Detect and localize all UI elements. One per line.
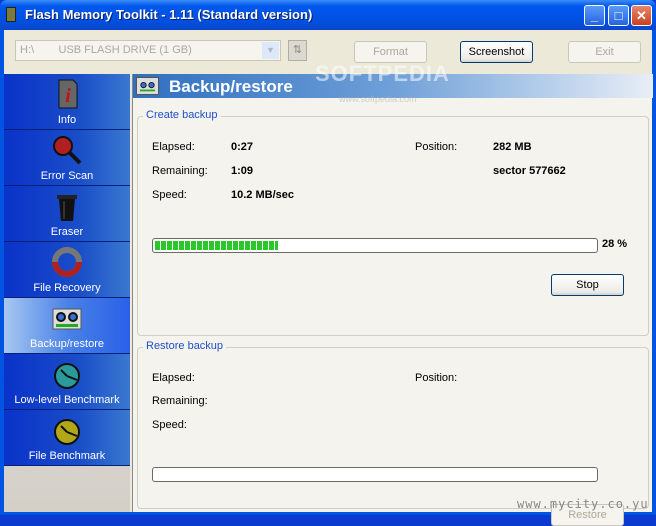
tape-icon	[52, 308, 82, 330]
tape-icon	[136, 77, 159, 95]
trash-icon	[57, 195, 77, 221]
sidebar-item-label: Info	[57, 114, 77, 126]
progress-percent: 28 %	[602, 238, 628, 250]
remaining-label: Remaining:	[152, 395, 208, 407]
minimize-button[interactable]: _	[584, 5, 605, 26]
sidebar: i Info Error Scan Eraser File Recovery B…	[4, 74, 130, 512]
position-label: Position:	[415, 141, 458, 153]
sidebar-item-label: Low-level Benchmark	[14, 394, 120, 406]
softpedia-watermark: SOFTPEDIA	[315, 61, 450, 86]
position-value: 282 MB	[493, 141, 532, 153]
progress-fill	[155, 241, 279, 250]
restore-progress-bar	[152, 467, 598, 482]
sidebar-item-label: File Benchmark	[28, 450, 106, 462]
speed-value: 10.2 MB/sec	[231, 189, 294, 201]
refresh-icon: ⇅	[292, 44, 303, 56]
stopwatch-icon	[54, 419, 80, 445]
client-area: H:\ USB FLASH DRIVE (1 GB) ▼ ⇅ Format Scr…	[4, 30, 653, 526]
svg-text:i: i	[65, 85, 71, 107]
elapsed-label: Elapsed:	[152, 141, 195, 153]
exit-button[interactable]: Exit	[568, 41, 641, 63]
mycity-watermark: www.mycity.co.yu	[517, 497, 649, 511]
sidebar-item-error-scan[interactable]: Error Scan	[4, 130, 130, 186]
sidebar-item-file-recovery[interactable]: File Recovery	[4, 242, 130, 298]
page-title: Backup/restore	[169, 77, 293, 96]
remaining-label: Remaining:	[152, 165, 208, 177]
create-backup-group: Create backup Elapsed: 0:27 Remaining: 1…	[137, 109, 649, 336]
sidebar-item-backup-restore[interactable]: Backup/restore	[4, 298, 130, 354]
maximize-button[interactable]: □	[608, 5, 629, 26]
drive-select-value: H:\ USB FLASH DRIVE (1 GB)	[20, 44, 192, 56]
elapsed-value: 0:27	[231, 141, 254, 153]
sidebar-item-file-benchmark[interactable]: File Benchmark	[4, 410, 130, 466]
sidebar-item-label: Eraser	[50, 226, 84, 238]
restore-backup-group: Restore backup Elapsed: Remaining: Speed…	[137, 340, 649, 526]
main-panel: Backup/restore SOFTPEDIA www.softpedia.c…	[132, 61, 653, 526]
app-icon	[6, 7, 16, 22]
title-bar: Flash Memory Toolkit - 1.11 (Standard ve…	[0, 0, 656, 30]
magnifier-icon	[53, 136, 82, 165]
drive-select[interactable]: H:\ USB FLASH DRIVE (1 GB) ▼	[15, 40, 281, 61]
close-button[interactable]: ✕	[631, 5, 652, 26]
format-button[interactable]: Format	[354, 41, 427, 63]
sidebar-item-label: Backup/restore	[30, 338, 104, 350]
refresh-drives-button[interactable]: ⇅	[288, 40, 307, 61]
backup-progress-bar	[152, 238, 598, 253]
info-icon: i	[58, 79, 78, 109]
position-label: Position:	[415, 372, 458, 384]
sidebar-item-info[interactable]: i Info	[4, 74, 130, 130]
group-legend: Restore backup	[143, 340, 227, 352]
speed-label: Speed:	[152, 419, 187, 431]
sidebar-item-label: File Recovery	[33, 282, 101, 294]
sidebar-item-label: Error Scan	[40, 170, 94, 182]
sidebar-item-eraser[interactable]: Eraser	[4, 186, 130, 242]
stopwatch-icon	[54, 363, 80, 389]
sector-value: sector 577662	[493, 165, 566, 177]
app-window: Flash Memory Toolkit - 1.11 (Standard ve…	[0, 0, 656, 526]
chevron-down-icon[interactable]: ▼	[262, 42, 279, 59]
softpedia-url-watermark: www.softpedia.com	[339, 94, 417, 104]
remaining-value: 1:09	[231, 165, 254, 177]
lifebuoy-icon	[52, 247, 82, 277]
screenshot-button[interactable]: Screenshot	[460, 41, 533, 63]
group-legend: Create backup	[143, 109, 221, 121]
speed-label: Speed:	[152, 189, 187, 201]
window-title: Flash Memory Toolkit - 1.11 (Standard ve…	[25, 7, 313, 22]
stop-button[interactable]: Stop	[551, 274, 624, 296]
elapsed-label: Elapsed:	[152, 372, 195, 384]
sidebar-item-low-level-benchmark[interactable]: Low-level Benchmark	[4, 354, 130, 410]
